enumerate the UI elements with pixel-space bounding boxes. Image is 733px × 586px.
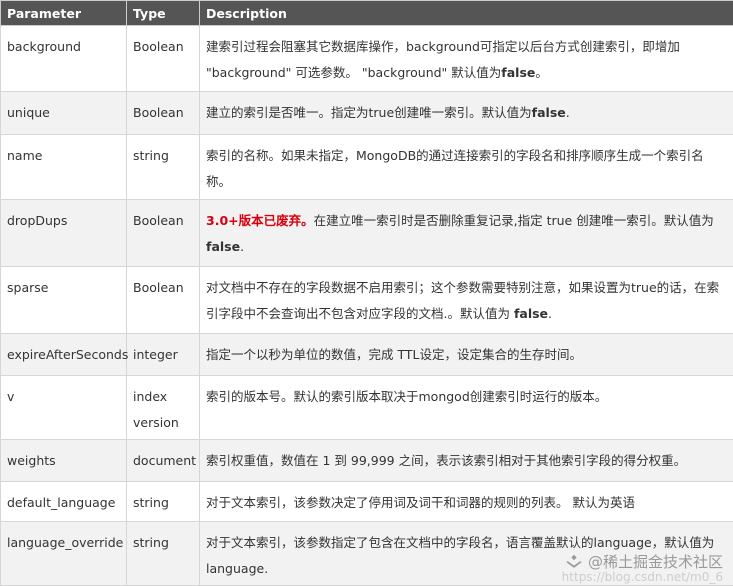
table-row: v index version 索引的版本号。默认的索引版本取决于mongod创建索… (0, 375, 733, 440)
type-cell: Boolean (126, 199, 200, 267)
default-value: false (513, 306, 549, 321)
table-row: expireAfterSeconds integer 指定一个以秒为单位的数值，完成… (0, 333, 733, 376)
description-text: . (240, 239, 245, 254)
description-text: 。 (535, 65, 548, 80)
table-row: unique Boolean 建立的索引是否唯一。指定为true创建唯一索引。默认值… (0, 91, 733, 135)
description-cell: 建索引过程会阻塞其它数据库操作，background可指定以后台方式创建索引，即… (199, 25, 733, 92)
param-cell: dropDups (0, 199, 127, 267)
description-text: 索引权重值，数值在 1 到 99,999 之间，表示该索引相对于其他索引字段的得… (206, 453, 687, 468)
description-cell: 建立的索引是否唯一。指定为true创建唯一索引。默认值为false. (199, 91, 733, 135)
description-cell: 索引的名称。如果未指定，MongoDB的通过连接索引的字段名和排序顺序生成一个索… (199, 134, 733, 200)
param-cell: weights (0, 439, 127, 482)
param-cell: v (0, 375, 127, 440)
description-text: 在建立唯一索引时是否删除重复记录,指定 true 创建唯一索引。默认值为 (313, 213, 714, 228)
header-type: Type (126, 0, 200, 26)
type-cell: Boolean (126, 91, 200, 135)
default-value: false (501, 65, 536, 80)
description-text: 建立的索引是否唯一。指定为true创建唯一索引。默认值为 (206, 105, 532, 120)
watermark-text: @稀土掘金技术社区 (587, 553, 723, 571)
type-cell: document (126, 439, 200, 482)
description-cell: 指定一个以秒为单位的数值，完成 TTL设定，设定集合的生存时间。 (199, 333, 733, 376)
description-text: . (565, 105, 570, 120)
parameters-table: Parameter Type Description background Boo… (0, 0, 733, 586)
deprecated-note: 3.0+版本已废弃。 (206, 213, 314, 228)
param-cell: sparse (0, 266, 127, 334)
description-text: 索引的版本号。默认的索引版本取决于mongod创建索引时运行的版本。 (206, 389, 608, 404)
description-text: 指定一个以秒为单位的数值，完成 TTL设定，设定集合的生存时间。 (206, 347, 582, 362)
description-text: 建索引过程会阻塞其它数据库操作，background可指定以后台方式创建索引，即… (206, 39, 680, 80)
header-description: Description (199, 0, 733, 26)
table-row: default_language string 对于文本索引，该参数决定了停用词及词… (0, 481, 733, 522)
type-cell: string (126, 521, 200, 586)
type-cell: index version (126, 375, 200, 440)
table-row: background Boolean 建索引过程会阻塞其它数据库操作，backgro… (0, 25, 733, 92)
watermark-url: https://blog.csdn.net/m0_6 (561, 570, 723, 584)
table-row: weights document 索引权重值，数值在 1 到 99,999 之间，表… (0, 439, 733, 482)
type-cell: string (126, 134, 200, 200)
param-cell: background (0, 25, 127, 92)
default-value: false (206, 239, 241, 254)
type-cell: integer (126, 333, 200, 376)
table-row: name string 索引的名称。如果未指定，MongoDB的通过连接索引的字段名… (0, 134, 733, 200)
type-cell: string (126, 481, 200, 522)
default-value: false (531, 105, 566, 120)
param-cell: unique (0, 91, 127, 135)
header-parameter: Parameter (0, 0, 127, 26)
description-cell: 对于文本索引，该参数决定了停用词及词干和词器的规则的列表。 默认为英语 (199, 481, 733, 522)
description-text: . (548, 306, 553, 321)
param-cell: name (0, 134, 127, 200)
watermark: @稀土掘金技术社区 https://blog.csdn.net/m0_6 (562, 551, 723, 584)
description-cell: 3.0+版本已废弃。在建立唯一索引时是否删除重复记录,指定 true 创建唯一索… (199, 199, 733, 267)
param-cell: language_override (0, 521, 127, 586)
description-cell: 对文档中不存在的字段数据不启用索引；这个参数需要特别注意，如果设置为true的话… (199, 266, 733, 334)
description-cell: 索引权重值，数值在 1 到 99,999 之间，表示该索引相对于其他索引字段的得… (199, 439, 733, 482)
juejin-logo-icon (566, 554, 582, 568)
description-text: 对文档中不存在的字段数据不启用索引；这个参数需要特别注意，如果设置为true的话… (206, 280, 720, 321)
description-text: 索引的名称。如果未指定，MongoDB的通过连接索引的字段名和排序顺序生成一个索… (206, 148, 704, 189)
description-text: 对于文本索引，该参数决定了停用词及词干和词器的规则的列表。 默认为英语 (206, 495, 635, 510)
table-row: sparse Boolean 对文档中不存在的字段数据不启用索引；这个参数需要特别注… (0, 266, 733, 334)
type-cell: Boolean (126, 266, 200, 334)
table-header-row: Parameter Type Description (0, 0, 733, 26)
param-cell: default_language (0, 481, 127, 522)
table-row: dropDups Boolean 3.0+版本已废弃。在建立唯一索引时是否删除重复记… (0, 199, 733, 267)
description-cell: 索引的版本号。默认的索引版本取决于mongod创建索引时运行的版本。 (199, 375, 733, 440)
type-cell: Boolean (126, 25, 200, 92)
param-cell: expireAfterSeconds (0, 333, 128, 376)
